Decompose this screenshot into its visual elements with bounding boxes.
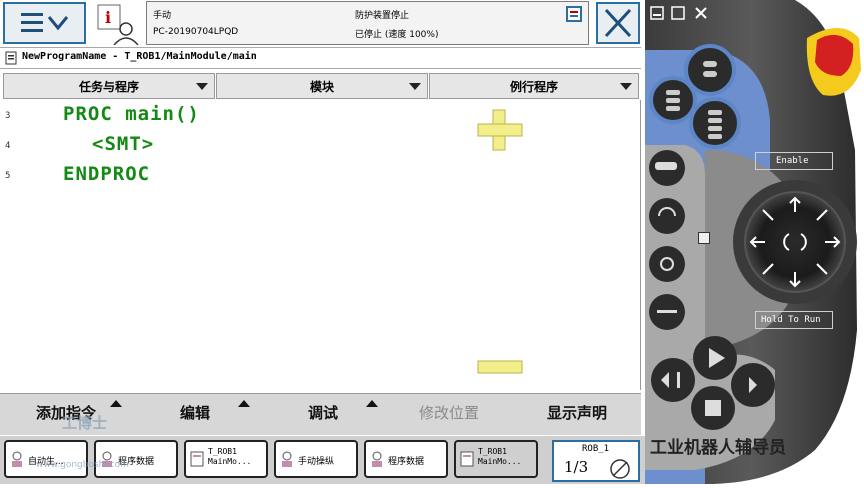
safety-state: 防护装置停止 [355,11,410,21]
svg-text:i: i [105,8,111,27]
task-label: 手动操纵 [298,457,335,467]
edit-button[interactable]: 编辑 [180,402,210,423]
watermark-left: 工博士 [62,414,108,432]
program-editor-icon [190,451,204,467]
task-program-data[interactable]: 程序数据 [94,440,178,478]
auto-mode-icon [12,451,22,467]
watermark-text: 工业机器人辅导员 [650,438,786,458]
close-icon [604,8,632,38]
pendant-body [645,0,864,484]
module-dropdown[interactable]: 模块 [216,73,428,99]
chevron-down-icon [196,83,208,90]
chevron-down-icon [409,83,421,90]
routine-label: 例行程序 [509,79,558,94]
tasks-programs-label: 任务与程序 [78,79,139,94]
zoom-out-icon[interactable] [476,358,524,376]
module-label: 模块 [309,79,334,94]
code-line[interactable]: PROC main() [63,103,200,125]
task-program-editor-active[interactable]: T_ROB1 MainMo... [454,440,538,478]
operator-info-icon[interactable]: i [96,3,140,46]
menu-icon [20,13,68,32]
routine-dropdown[interactable]: 例行程序 [429,73,639,99]
enable-device-label-box[interactable]: Enable [755,152,833,170]
line-number: 4 [5,141,11,151]
tasks-programs-dropdown[interactable]: 任务与程序 [3,73,215,99]
code-editor[interactable]: 3 PROC main() 4 <SMT> 5 ENDPROC [0,100,641,390]
task-jogging[interactable]: 手动操纵 [274,440,358,478]
chevron-up-icon [238,400,250,407]
controller-name: PC-20190704LPQD [153,27,239,37]
jogging-icon [282,451,292,467]
mode-text: 手动 [153,11,172,21]
program-icon [5,51,17,65]
task-program-editor[interactable]: T_ROB1 MainMo... [184,440,268,478]
zoom-in-icon[interactable] [476,108,524,152]
line-number: 3 [5,111,11,121]
line-number: 5 [5,171,11,181]
task-label: T_ROB1 MainMo... [208,447,252,466]
task-autoproducer[interactable]: 自动生... [4,440,88,478]
modify-position-button[interactable]: 修改位置 [419,402,479,423]
rob-title: ROB_1 [582,444,610,454]
run-state: 已停止 (速度 100%) [355,30,439,40]
status-panel: 手动 PC-20190704LPQD 防护装置停止 已停止 (速度 100%) [146,1,589,45]
close-button[interactable] [596,2,640,44]
show-declaration-button[interactable]: 显示声明 [547,402,607,423]
code-line-smt[interactable]: <SMT> [92,133,154,155]
code-line[interactable]: ENDPROC [63,163,150,185]
breadcrumb: NewProgramName - T_ROB1/MainModule/main [0,47,641,69]
breadcrumb-text: NewProgramName - T_ROB1/MainModule/main [22,51,257,62]
hold-to-run-label-box[interactable]: Hold To Run [755,311,833,329]
task-label: T_ROB1 MainMo... [478,447,522,466]
chevron-up-icon [366,400,378,407]
event-log-icon[interactable] [566,6,582,22]
flexpendant-panel: Enable Hold To Run [645,0,864,484]
enable-label: Enable [776,156,809,166]
hold-to-run-label: Hold To Run [761,315,821,325]
chevron-down-icon [620,83,632,90]
debug-button[interactable]: 调试 [308,402,338,423]
speed-icon [610,459,630,479]
task-label: 程序数据 [388,457,425,467]
program-editor-icon [460,451,474,467]
watermark-left-sub: www.gongboshi.com [36,460,129,470]
chevron-up-icon [110,400,122,407]
quickset-rob-panel[interactable]: ROB_1 1/3 [552,440,640,482]
task-program-data-2[interactable]: 程序数据 [364,440,448,478]
usb-port-icon [698,232,710,244]
rob-fraction: 1/3 [564,458,589,476]
abb-menu-button[interactable] [3,2,86,44]
program-data-icon [372,451,382,467]
